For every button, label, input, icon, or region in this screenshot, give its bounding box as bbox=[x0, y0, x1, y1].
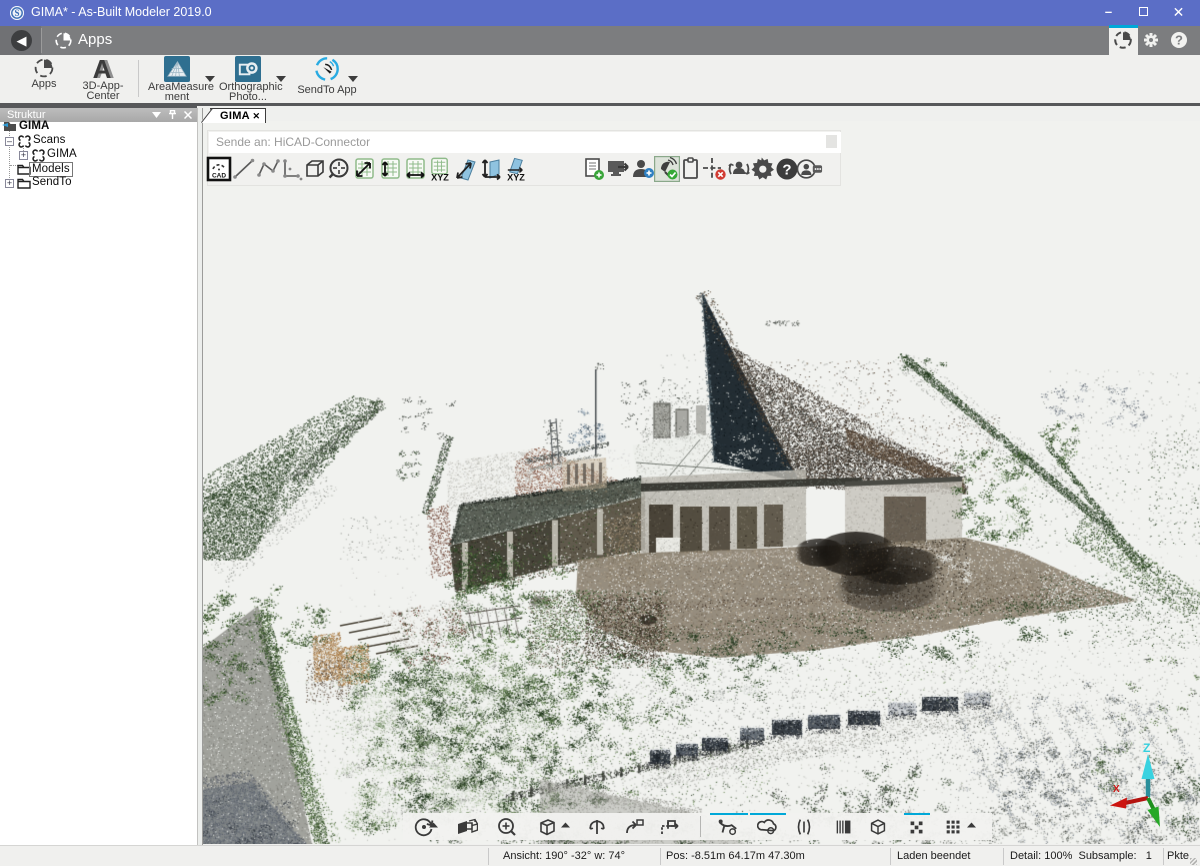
svg-text:A: A bbox=[93, 56, 112, 81]
svg-text:X: X bbox=[1113, 784, 1120, 795]
svg-text:?: ? bbox=[782, 162, 791, 179]
svg-text:Z: Z bbox=[1143, 741, 1150, 755]
svg-text:XYZ: XYZ bbox=[507, 173, 525, 182]
svg-text:XYZ: XYZ bbox=[431, 173, 449, 182]
svg-text:S: S bbox=[14, 8, 19, 18]
svg-text:?: ? bbox=[1175, 33, 1183, 48]
svg-text:CAD: CAD bbox=[212, 173, 226, 180]
